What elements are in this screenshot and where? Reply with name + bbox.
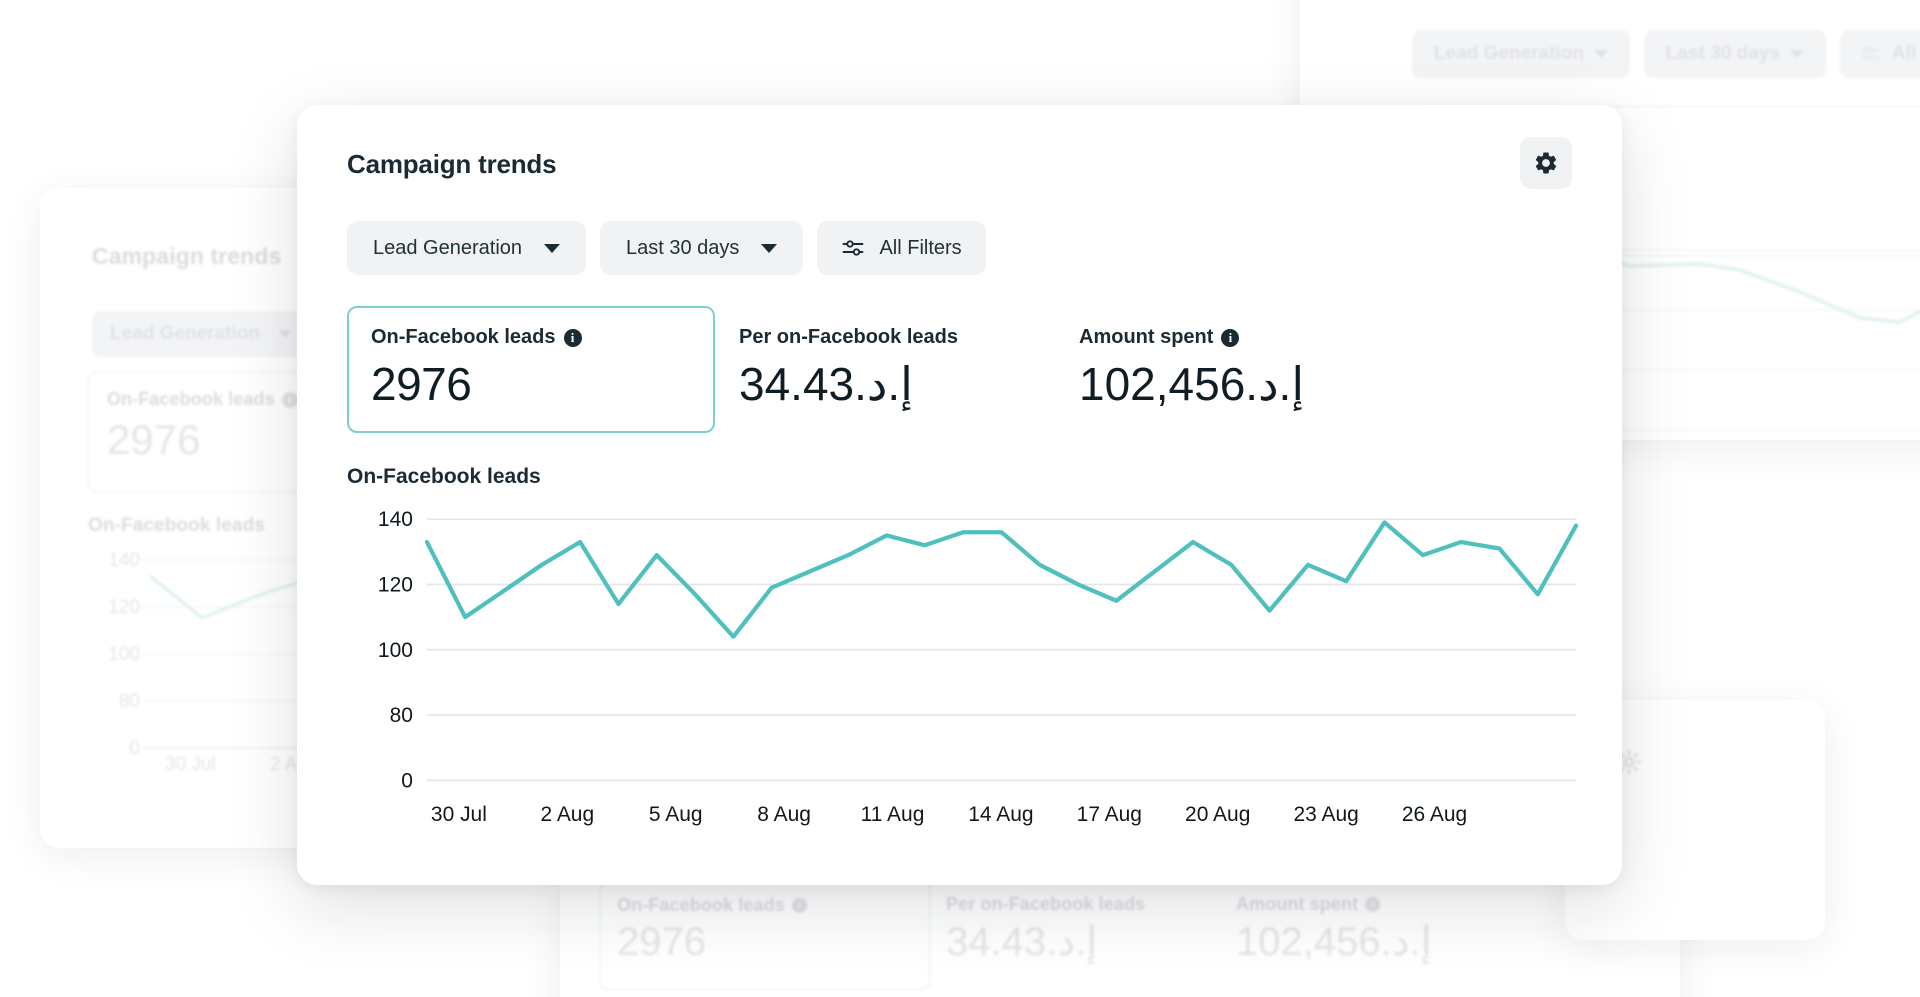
background-left-chart-heading: On-Facebook leads <box>88 515 265 537</box>
chevron-down-icon <box>1594 50 1608 58</box>
chevron-down-icon <box>1790 50 1804 58</box>
x-axis-tick: 20 Aug <box>1185 803 1250 826</box>
chart-gridlines <box>427 519 1576 780</box>
metric-card-amount-spent[interactable]: Amount spent i 102,456.إ.د <box>1055 306 1328 433</box>
metric-value: 102,456.إ.د <box>1079 357 1304 411</box>
background-left-xtick: 30 Jul <box>165 754 216 776</box>
background-left-ytick: 0 <box>129 738 140 760</box>
background-bottom-metric-value: 102,456.إ.د <box>1236 919 1432 965</box>
filter-campaign-objective-label: Lead Generation <box>373 237 522 260</box>
gear-icon <box>1533 150 1559 176</box>
y-axis-tick: 140 <box>378 508 413 531</box>
metric-label-text: Amount spent <box>1079 326 1213 349</box>
chart-series-line <box>427 522 1576 636</box>
x-axis-tick: 2 Aug <box>540 803 594 826</box>
y-axis-tick: 0 <box>401 769 413 792</box>
info-icon: i <box>282 392 298 408</box>
background-left-ytick: 120 <box>108 597 140 619</box>
background-left-metric-label-text: On-Facebook leads <box>107 389 275 410</box>
metric-card-on-facebook-leads[interactable]: On-Facebook leads i 2976 <box>347 306 715 433</box>
background-filter-daterange-label: Last 30 days <box>1666 43 1780 65</box>
y-axis-tick: 120 <box>378 573 413 596</box>
info-icon[interactable]: i <box>1221 329 1239 347</box>
background-bottom-metric-label-text: On-Facebook leads <box>617 895 785 916</box>
y-axis-tick: 100 <box>378 639 413 662</box>
filter-date-range[interactable]: Last 30 days <box>600 221 803 275</box>
metric-card-per-on-facebook-leads[interactable]: Per on-Facebook leads 34.43.إ.د <box>715 306 1055 433</box>
chart-container: 140 120 100 80 0 30 Jul 2 Aug 5 Aug 8 Aug 11 Aug… <box>347 505 1586 839</box>
background-left-title: Campaign trends <box>92 243 281 270</box>
metric-value: 34.43.إ.د <box>739 357 1031 411</box>
background-left-xtick: 2 A <box>270 754 297 776</box>
x-axis-tick: 11 Aug <box>861 803 925 826</box>
metric-label: On-Facebook leads i <box>371 326 691 349</box>
sliders-filter-icon <box>841 236 865 260</box>
background-filter-all-label: All Filters <box>1892 43 1920 65</box>
info-icon[interactable]: i <box>564 329 582 347</box>
metric-label: Per on-Facebook leads <box>739 326 1031 349</box>
metric-label-text: On-Facebook leads <box>371 326 556 349</box>
background-bottom-metric-label: Per on-Facebook leads <box>946 894 1204 915</box>
campaign-trends-modal: Campaign trends Lead Generation Last 30 … <box>297 105 1622 885</box>
background-filter-all: All Filters <box>1840 30 1920 78</box>
background-left-ytick: 100 <box>108 644 140 666</box>
x-axis-tick: 26 Aug <box>1402 803 1467 826</box>
x-axis-tick: 23 Aug <box>1293 803 1358 826</box>
filter-bar: Lead Generation Last 30 days All Filters <box>347 221 986 275</box>
chart-y-axis-labels: 140 120 100 80 0 <box>378 508 413 792</box>
filter-all-filters-button[interactable]: All Filters <box>817 221 985 275</box>
x-axis-tick: 14 Aug <box>968 803 1033 826</box>
background-bottom-metric-label: On-Facebook leads i <box>617 895 913 916</box>
metric-label-text: Per on-Facebook leads <box>739 326 958 349</box>
background-filter-campaign: Lead Generation <box>1412 30 1630 78</box>
metric-label: Amount spent i <box>1079 326 1304 349</box>
sliders-filter-icon <box>1860 43 1882 65</box>
metric-value: 2976 <box>371 357 691 411</box>
chevron-down-icon <box>278 330 292 338</box>
background-bottom-metric: Amount spent i 102,456.إ.د <box>1220 880 1448 990</box>
x-axis-tick: 17 Aug <box>1077 803 1142 826</box>
x-axis-tick: 5 Aug <box>649 803 703 826</box>
chevron-down-icon <box>544 244 560 253</box>
background-left-ytick: 140 <box>108 550 140 572</box>
background-bottom-metric-label: Amount spent i <box>1236 894 1432 915</box>
background-bottom-metric-value: 34.43.إ.د <box>946 919 1204 965</box>
metric-cards: On-Facebook leads i 2976 Per on-Facebook… <box>347 306 1572 433</box>
background-bottom-metric-value: 2976 <box>617 920 913 965</box>
background-left-filter-label: Lead Generation <box>110 323 260 345</box>
filter-campaign-objective[interactable]: Lead Generation <box>347 221 586 275</box>
info-icon: i <box>1365 897 1380 912</box>
background-filter-daterange: Last 30 days <box>1644 30 1826 78</box>
background-bottom-metric: On-Facebook leads i 2976 <box>600 880 930 990</box>
chart-heading: On-Facebook leads <box>347 465 541 489</box>
background-bottom-metric-label-text: Amount spent <box>1236 894 1358 915</box>
background-filter-campaign-label: Lead Generation <box>1434 43 1584 65</box>
filter-date-range-label: Last 30 days <box>626 237 739 260</box>
filter-all-filters-label: All Filters <box>879 237 961 260</box>
modal-header: Campaign trends <box>347 149 1572 189</box>
background-top-right-title <box>1354 0 1361 12</box>
background-bottom-metric: Per on-Facebook leads 34.43.إ.د <box>930 880 1220 990</box>
settings-button[interactable] <box>1520 137 1572 189</box>
page-title: Campaign trends <box>347 149 556 180</box>
background-left-ytick: 80 <box>119 691 140 713</box>
chart-x-axis-labels: 30 Jul 2 Aug 5 Aug 8 Aug 11 Aug 14 Aug 17 Aug 2… <box>431 803 1467 826</box>
screen-root: Lead Generation Last 30 days All Filters <box>0 0 1920 997</box>
info-icon: i <box>792 898 807 913</box>
background-left-filter: Lead Generation <box>92 311 310 357</box>
chevron-down-icon <box>761 244 777 253</box>
x-axis-tick: 30 Jul <box>431 803 487 826</box>
y-axis-tick: 80 <box>390 704 413 727</box>
on-facebook-leads-line-chart: 140 120 100 80 0 30 Jul 2 Aug 5 Aug 8 Aug 11 Aug… <box>347 505 1586 839</box>
x-axis-tick: 8 Aug <box>757 803 811 826</box>
